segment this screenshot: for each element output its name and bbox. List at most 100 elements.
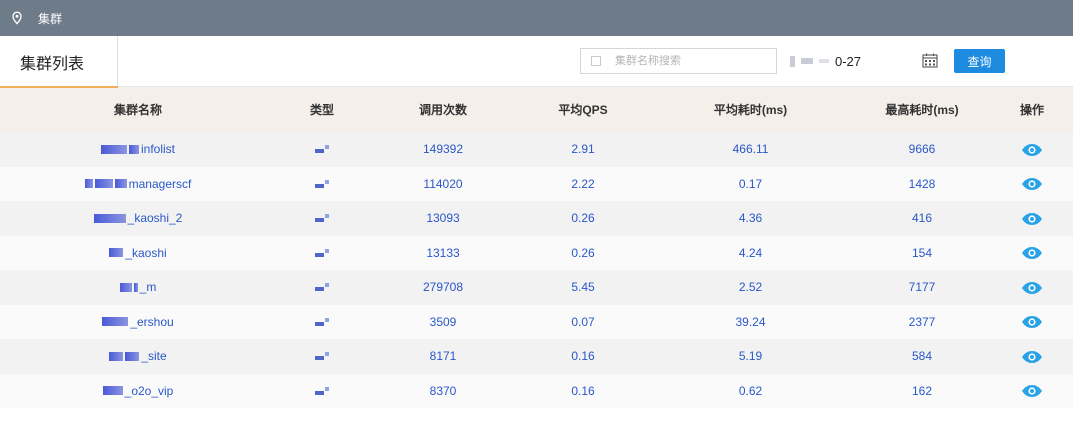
- cell-avg-time: 4.36: [648, 201, 853, 236]
- cell-actions: [991, 270, 1073, 305]
- cell-avg-time: 39.24: [648, 304, 853, 339]
- cell-max-time: 162: [853, 373, 991, 408]
- eye-icon[interactable]: [1021, 246, 1043, 260]
- cell-qps: 2.22: [518, 166, 648, 201]
- cell-calls: 149392: [368, 132, 518, 167]
- cell-type: [276, 132, 368, 167]
- column-header-avg-time[interactable]: 平均耗时(ms): [648, 87, 853, 132]
- cell-calls: 3509: [368, 304, 518, 339]
- name-redacted: [102, 386, 123, 395]
- cell-name: managerscf: [0, 166, 276, 201]
- eye-icon[interactable]: [1021, 281, 1043, 295]
- cell-qps: 0.07: [518, 304, 648, 339]
- date-redacted: [790, 55, 829, 67]
- cluster-name: managerscf: [128, 176, 192, 191]
- cell-qps: 0.16: [518, 373, 648, 408]
- cell-avg-time: 5.19: [648, 339, 853, 374]
- search-input[interactable]: [615, 55, 775, 67]
- type-icon: [315, 352, 329, 361]
- cluster-name: infolist: [140, 142, 175, 156]
- calendar-icon[interactable]: [922, 53, 938, 68]
- cell-type: [276, 235, 368, 270]
- column-header-calls[interactable]: 调用次数: [368, 87, 518, 132]
- cell-name: _ershou: [0, 304, 276, 339]
- name-redacted: [109, 351, 140, 361]
- eye-icon[interactable]: [1021, 143, 1043, 157]
- search-field[interactable]: [580, 48, 777, 74]
- table-header-row: 集群名称 类型 调用次数 平均QPS 平均耗时(ms) 最高耗时(ms) 操作: [0, 87, 1073, 132]
- panel-title: 集群列表: [0, 36, 118, 87]
- cell-qps: 0.16: [518, 339, 648, 374]
- eye-icon[interactable]: [1021, 177, 1043, 191]
- cell-actions: [991, 304, 1073, 339]
- cell-actions: [991, 132, 1073, 167]
- column-header-name[interactable]: 集群名称: [0, 87, 276, 132]
- cell-calls: 114020: [368, 166, 518, 201]
- cell-avg-time: 466.11: [648, 132, 853, 167]
- type-icon: [315, 214, 329, 223]
- cell-qps: 0.26: [518, 201, 648, 236]
- type-icon: [315, 179, 329, 188]
- cell-avg-time: 0.17: [648, 166, 853, 201]
- cell-type: [276, 339, 368, 374]
- cell-calls: 13093: [368, 201, 518, 236]
- name-redacted: [109, 248, 124, 257]
- cell-max-time: 1428: [853, 166, 991, 201]
- cell-actions: [991, 201, 1073, 236]
- type-icon: [315, 386, 329, 395]
- name-redacted: [84, 179, 127, 188]
- cell-name: _site: [0, 339, 276, 374]
- cell-name: _kaoshi_2: [0, 201, 276, 236]
- cluster-table: 集群名称 类型 调用次数 平均QPS 平均耗时(ms) 最高耗时(ms) 操作 …: [0, 87, 1073, 408]
- cell-avg-time: 2.52: [648, 270, 853, 305]
- cell-actions: [991, 235, 1073, 270]
- eye-icon[interactable]: [1021, 315, 1043, 329]
- cluster-name: _m: [139, 280, 157, 294]
- cell-avg-time: 0.62: [648, 373, 853, 408]
- table-row: _kaoshi_2 13093 0.26 4.36 416: [0, 201, 1073, 236]
- column-header-qps[interactable]: 平均QPS: [518, 87, 648, 132]
- cell-type: [276, 270, 368, 305]
- type-icon: [315, 145, 329, 154]
- table-row: _site 8171 0.16 5.19 584: [0, 339, 1073, 374]
- checkbox-icon: [591, 56, 601, 66]
- table-row: _o2o_vip 8370 0.16 0.62 162: [0, 373, 1073, 408]
- date-value: 0-27: [835, 53, 862, 69]
- name-redacted: [100, 144, 139, 154]
- location-pin-icon: [12, 11, 22, 25]
- cell-calls: 8171: [368, 339, 518, 374]
- cell-actions: [991, 166, 1073, 201]
- type-icon: [315, 248, 329, 257]
- cell-type: [276, 304, 368, 339]
- table-row: _ershou 3509 0.07 39.24 2377: [0, 304, 1073, 339]
- cell-avg-time: 4.24: [648, 235, 853, 270]
- cell-qps: 2.91: [518, 132, 648, 167]
- cell-actions: [991, 339, 1073, 374]
- cell-max-time: 416: [853, 201, 991, 236]
- eye-icon[interactable]: [1021, 350, 1043, 364]
- cell-name: _m: [0, 270, 276, 305]
- cell-max-time: 9666: [853, 132, 991, 167]
- panel-header: 集群列表 0-27 查询: [0, 36, 1073, 88]
- cell-qps: 5.45: [518, 270, 648, 305]
- cell-qps: 0.26: [518, 235, 648, 270]
- cell-calls: 279708: [368, 270, 518, 305]
- table-row: _kaoshi 13133 0.26 4.24 154: [0, 235, 1073, 270]
- cluster-name: _ershou: [130, 314, 174, 329]
- table-row: infolist 149392 2.91 466.11 9666: [0, 132, 1073, 167]
- top-bar-title: 集群: [38, 11, 63, 26]
- date-picker[interactable]: 0-27: [790, 48, 944, 74]
- column-header-actions: 操作: [991, 87, 1073, 132]
- cluster-name: _o2o_vip: [124, 383, 174, 398]
- column-header-type[interactable]: 类型: [276, 87, 368, 132]
- eye-icon[interactable]: [1021, 212, 1043, 226]
- type-icon: [315, 317, 329, 326]
- name-redacted: [119, 282, 138, 292]
- table-row: _m 279708 5.45 2.52 7177: [0, 270, 1073, 305]
- cell-max-time: 154: [853, 235, 991, 270]
- cell-name: _kaoshi: [0, 235, 276, 270]
- eye-icon[interactable]: [1021, 384, 1043, 398]
- cell-calls: 8370: [368, 373, 518, 408]
- query-button[interactable]: 查询: [954, 49, 1005, 73]
- column-header-max-time[interactable]: 最高耗时(ms): [853, 87, 991, 132]
